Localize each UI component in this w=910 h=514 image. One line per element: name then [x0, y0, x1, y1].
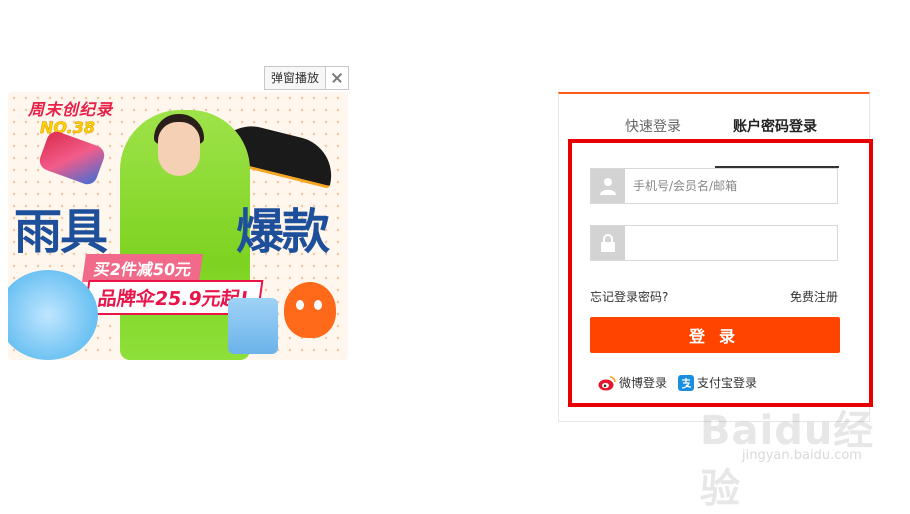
banner-headline-right: 爆款	[236, 204, 330, 260]
banner-offer: 买2件减50元	[82, 254, 204, 282]
popup-controls: 弹窗播放	[264, 66, 350, 90]
watermark-url: jingyan.baidu.com	[742, 448, 862, 463]
folded-umbrella-image	[36, 128, 108, 188]
register-link[interactable]: 免费注册	[790, 288, 838, 305]
username-field[interactable]	[590, 168, 838, 204]
password-field[interactable]	[590, 225, 838, 261]
username-input[interactable]	[625, 169, 837, 203]
mascot-image	[284, 282, 336, 338]
alipay-login-label: 支付宝登录	[697, 376, 758, 390]
banner-brand: 周末创纪录	[28, 100, 114, 119]
alipay-icon	[678, 374, 694, 391]
tab-quick-login[interactable]: 快速登录	[625, 114, 681, 140]
login-button[interactable]: 登录	[590, 317, 840, 353]
weibo-icon	[598, 375, 616, 391]
banner-headline-left: 雨具	[14, 204, 108, 260]
promo-banner[interactable]: 周末创纪录 NO.38 雨具 爆款 买2件减50元 品牌伞25.9元起!	[8, 92, 348, 360]
user-icon	[591, 169, 625, 203]
alipay-login-link[interactable]: 支付宝登录	[678, 374, 757, 391]
blue-umbrella-image	[8, 270, 98, 360]
model-face	[158, 122, 200, 176]
weibo-login-label: 微博登录	[619, 376, 668, 390]
rain-boots-image	[228, 298, 278, 354]
forgot-password-link[interactable]: 忘记登录密码?	[590, 288, 668, 305]
password-input[interactable]	[625, 226, 837, 260]
close-icon[interactable]	[326, 66, 350, 90]
tab-account-login[interactable]: 账户密码登录	[733, 114, 817, 140]
popup-play-button[interactable]: 弹窗播放	[264, 66, 327, 90]
weibo-login-link[interactable]: 微博登录	[598, 374, 667, 391]
lock-icon	[591, 226, 625, 260]
login-tabs: 快速登录 账户密码登录	[559, 114, 869, 168]
